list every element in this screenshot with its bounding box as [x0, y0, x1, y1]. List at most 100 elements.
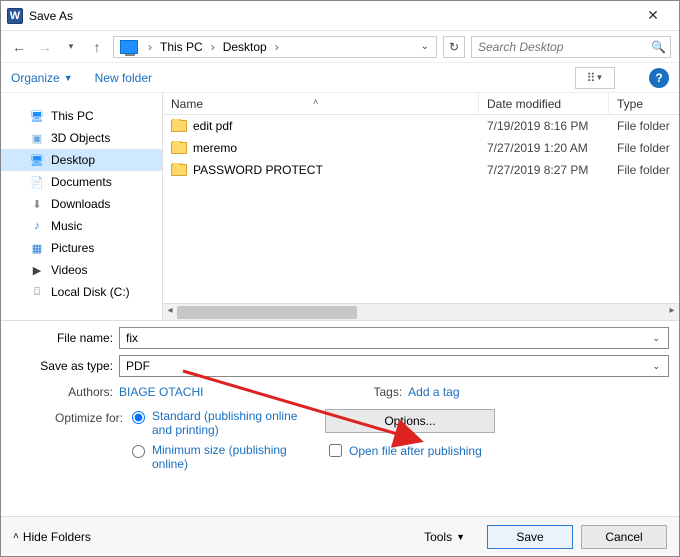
tree-pictures[interactable]: ▦ Pictures [1, 237, 162, 259]
file-name: meremo [193, 141, 237, 155]
recent-locations-caret[interactable]: ▾ [61, 37, 81, 57]
optimize-standard-radio[interactable]: Standard (publishing online and printing… [127, 409, 317, 437]
title-bar: W Save As ✕ [1, 1, 679, 31]
tree-label: Local Disk (C:) [51, 285, 130, 299]
file-name: PASSWORD PROTECT [193, 163, 323, 177]
document-icon: 📄 [29, 176, 45, 189]
cube-icon: ▣ [29, 132, 45, 145]
caret-down-icon[interactable]: ⌄ [648, 333, 664, 344]
authors-value[interactable]: BIAGE OTACHI [119, 385, 203, 399]
authors-label: Authors: [11, 385, 119, 399]
tree-label: Videos [51, 263, 87, 277]
cancel-button[interactable]: Cancel [581, 525, 667, 549]
open-after-checkbox[interactable]: Open file after publishing [325, 441, 669, 460]
caret-down-icon: ▼ [64, 73, 73, 83]
tree-desktop[interactable]: 🖥 Desktop [1, 149, 162, 171]
tree-label: Downloads [51, 197, 110, 211]
tree-label: Desktop [51, 153, 95, 167]
horizontal-scrollbar[interactable]: ◂ ▸ [163, 303, 679, 320]
save-button[interactable]: Save [487, 525, 573, 549]
up-button[interactable]: ↑ [87, 37, 107, 57]
tree-videos[interactable]: ▶ Videos [1, 259, 162, 281]
optimize-radio-group: Standard (publishing online and printing… [127, 409, 317, 477]
cancel-label: Cancel [605, 530, 642, 544]
monitor-icon [120, 40, 138, 54]
scroll-right-icon[interactable]: ▸ [665, 305, 679, 316]
help-button[interactable]: ? [649, 68, 669, 88]
tags-value[interactable]: Add a tag [408, 385, 459, 399]
hide-folders-label: Hide Folders [23, 530, 91, 544]
table-row[interactable]: PASSWORD PROTECT 7/27/2019 8:27 PM File … [163, 159, 679, 181]
back-button[interactable]: ← [9, 37, 29, 57]
options-button[interactable]: Options... [325, 409, 495, 433]
organize-menu[interactable]: Organize ▼ [11, 71, 73, 85]
tree-label: Documents [51, 175, 112, 189]
file-rows[interactable]: edit pdf 7/19/2019 8:16 PM File folder m… [163, 115, 679, 303]
saveastype-value: PDF [124, 359, 648, 373]
file-date: 7/19/2019 8:16 PM [479, 119, 609, 133]
tree-this-pc[interactable]: 🖥 This PC [1, 105, 162, 127]
search-box[interactable]: 🔍 [471, 36, 671, 58]
column-headers: Name ˄ Date modified Type [163, 93, 679, 115]
save-form: File name: ⌄ Save as type: PDF ⌄ Authors… [1, 321, 679, 477]
close-button[interactable]: ✕ [633, 2, 673, 30]
optimize-label: Optimize for: [11, 409, 127, 425]
tools-label: Tools [424, 530, 452, 544]
new-folder-button[interactable]: New folder [95, 71, 152, 85]
tags-label: Tags: [373, 385, 402, 399]
chevron-right-icon[interactable]: › [209, 40, 217, 54]
filename-input[interactable] [124, 330, 648, 346]
tree-documents[interactable]: 📄 Documents [1, 171, 162, 193]
view-options-button[interactable]: ⠿ ▼ [575, 67, 615, 89]
desktop-icon: 🖥 [29, 154, 45, 167]
file-name: edit pdf [193, 119, 232, 133]
radio-input[interactable] [132, 411, 145, 424]
breadcrumb-bar[interactable]: › This PC › Desktop › ⌄ [113, 36, 437, 58]
saveastype-dropdown[interactable]: PDF ⌄ [119, 355, 669, 377]
download-icon: ⬇ [29, 198, 45, 211]
tree-downloads[interactable]: ⬇ Downloads [1, 193, 162, 215]
search-icon[interactable]: 🔍 [651, 40, 666, 54]
chevron-right-icon[interactable]: › [146, 40, 154, 54]
main-area: 🖥 This PC ▣ 3D Objects 🖥 Desktop 📄 Docum… [1, 93, 679, 321]
optimize-minimum-radio[interactable]: Minimum size (publishing online) [127, 443, 317, 471]
caret-down-icon[interactable]: ⌄ [648, 361, 664, 372]
filename-field[interactable]: ⌄ [119, 327, 669, 349]
scroll-left-icon[interactable]: ◂ [163, 305, 177, 316]
save-label: Save [516, 530, 543, 544]
chevron-right-icon[interactable]: › [273, 40, 281, 54]
caret-down-icon: ▼ [456, 532, 465, 542]
table-row[interactable]: meremo 7/27/2019 1:20 AM File folder [163, 137, 679, 159]
radio-label: Minimum size (publishing online) [152, 443, 317, 471]
column-date[interactable]: Date modified [479, 93, 609, 114]
hide-folders-toggle[interactable]: ˄ Hide Folders [13, 530, 91, 544]
tree-label: Music [51, 219, 82, 233]
tree-label: This PC [51, 109, 94, 123]
radio-input[interactable] [132, 445, 145, 458]
dialog-footer: ˄ Hide Folders Tools ▼ Save Cancel [1, 516, 679, 556]
breadcrumb-dropdown-caret[interactable]: ⌄ [418, 41, 432, 52]
caret-down-icon: ▼ [595, 73, 603, 82]
view-icon: ⠿ [587, 71, 594, 85]
navigation-tree[interactable]: 🖥 This PC ▣ 3D Objects 🖥 Desktop 📄 Docum… [1, 93, 163, 320]
tree-music[interactable]: ♪ Music [1, 215, 162, 237]
toolbar: Organize ▼ New folder ⠿ ▼ ? [1, 63, 679, 93]
open-after-label: Open file after publishing [349, 444, 482, 458]
tree-3d-objects[interactable]: ▣ 3D Objects [1, 127, 162, 149]
search-input[interactable] [476, 39, 651, 55]
breadcrumb-this-pc[interactable]: This PC [158, 40, 205, 54]
refresh-button[interactable]: ↻ [443, 36, 465, 58]
column-name[interactable]: Name [163, 93, 479, 114]
scroll-thumb[interactable] [177, 306, 357, 319]
sort-asc-icon: ˄ [313, 97, 318, 107]
breadcrumb-desktop[interactable]: Desktop [221, 40, 269, 54]
tools-menu[interactable]: Tools ▼ [424, 530, 465, 544]
file-type: File folder [609, 119, 679, 133]
checkbox-input[interactable] [329, 444, 342, 457]
forward-button[interactable]: → [35, 37, 55, 57]
music-icon: ♪ [29, 220, 45, 232]
tree-local-disk[interactable]: ⌼ Local Disk (C:) [1, 281, 162, 303]
column-type[interactable]: Type [609, 93, 679, 114]
file-list: Name ˄ Date modified Type edit pdf 7/19/… [163, 93, 679, 320]
table-row[interactable]: edit pdf 7/19/2019 8:16 PM File folder [163, 115, 679, 137]
